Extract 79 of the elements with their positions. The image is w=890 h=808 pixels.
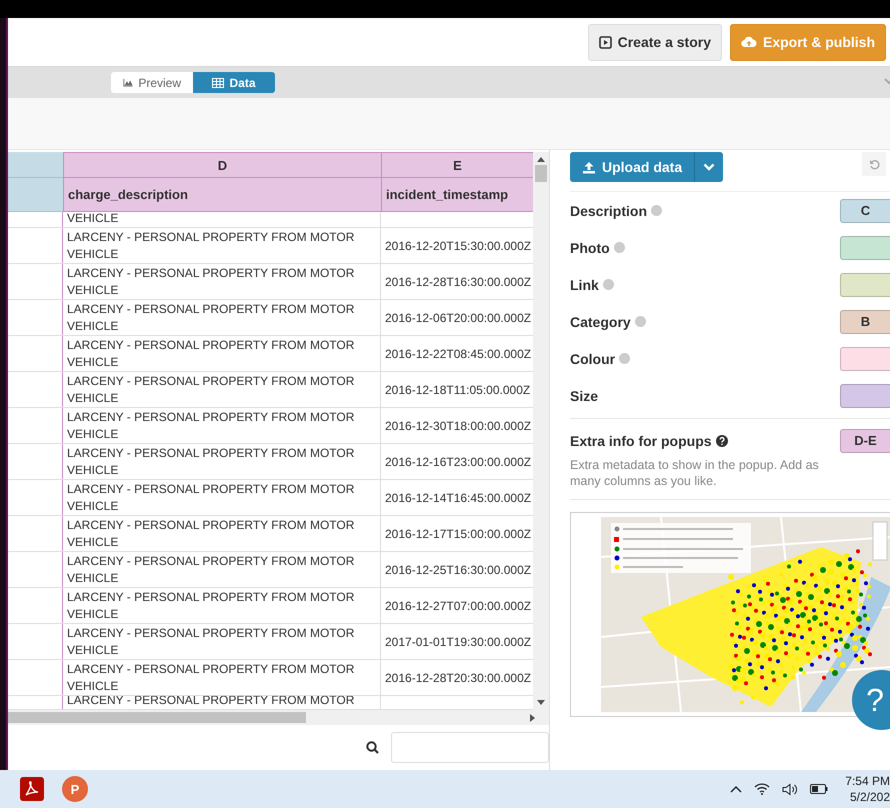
field-label: Link: [570, 276, 599, 292]
table-cell-text: LARCENY - PERSONAL PROPERTY FROM MOTOR VEHICLE: [67, 264, 356, 298]
field-label: Description: [570, 202, 648, 218]
table-cell-text: LARCENY - PERSONAL PROPERTY FROM MOTOR VEHICLE: [67, 552, 356, 586]
column-letter: D: [63, 152, 381, 178]
column-selector[interactable]: [840, 346, 890, 370]
table-cell: 2016-12-28T16:30:00.000Z: [385, 274, 532, 288]
undo-button[interactable]: [862, 152, 886, 176]
area-chart-icon: [123, 77, 134, 88]
table-cell-text: LARCENY - PERSONAL PROPERTY FROM MOTOR VEHICLE: [67, 228, 356, 262]
battery-icon[interactable]: [810, 784, 828, 794]
column-selector[interactable]: B: [840, 310, 890, 334]
field-label: Photo: [570, 240, 610, 256]
dropdown-button[interactable]: [694, 152, 724, 182]
table-cell-text: LARCENY - PERSONAL PROPERTY FROM MOTOR VEHICLE: [67, 588, 356, 622]
scroll-down-icon[interactable]: [537, 700, 545, 706]
table-cell-text: LARCENY - PERSONAL PROPERTY FROM MOTOR VEHICLE: [67, 300, 356, 334]
column-letter: E: [381, 152, 533, 178]
help-button[interactable]: ?: [852, 670, 890, 730]
chevron-up-icon[interactable]: [730, 785, 742, 793]
cloud-upload-icon: [741, 36, 757, 48]
table-cell: 2016-12-18T11:05:00.000Z: [385, 382, 530, 396]
clock[interactable]: 7:54 PM 5/2/202: [840, 773, 890, 805]
chevron-down-icon: [703, 163, 716, 171]
play-square-icon: [598, 36, 612, 48]
view-tab[interactable]: Data: [193, 72, 275, 93]
table-cell-text: LARCENY - PERSONAL PROPERTY FROM MOTOR VEHICLE: [67, 624, 356, 658]
pdf-app-icon[interactable]: [20, 777, 44, 801]
horizontal-scrollbar[interactable]: [8, 710, 549, 725]
column-selector[interactable]: C: [840, 198, 890, 222]
slides-app-icon[interactable]: P: [62, 776, 88, 802]
table-cell-text: LARCENY - PERSONAL PROPERTY FROM MOTOR VEHICLE: [67, 336, 356, 370]
table-cell-text: LARCENY - PERSONAL PROPERTY FROM MOTOR VEHICLE: [67, 480, 356, 514]
create-story-button[interactable]: Create a story: [588, 24, 722, 60]
column-selector[interactable]: [840, 384, 890, 408]
scroll-up-icon[interactable]: [537, 156, 545, 162]
search-icon: [366, 741, 379, 754]
table-cell: 2016-12-16T23:00:00.000Z: [385, 454, 532, 468]
speaker-icon[interactable]: [782, 782, 798, 796]
table-cell: 2017-01-01T19:30:00.000Z: [385, 634, 532, 648]
help-icon[interactable]: [716, 434, 728, 446]
table-cell: 2016-12-27T07:00:00.000Z: [385, 598, 532, 612]
table-cell: 2016-12-30T18:00:00.000Z: [385, 418, 532, 432]
scroll-right-icon[interactable]: [530, 714, 535, 722]
table-cell: 2016-12-17T15:00:00.000Z: [385, 526, 532, 540]
field-label: Extra info for popups: [570, 432, 712, 448]
search-field[interactable]: [391, 732, 549, 763]
table-cell: VEHICLE: [67, 212, 118, 227]
column-header: [8, 178, 63, 212]
table-cell: 2016-12-06T20:00:00.000Z: [385, 310, 532, 324]
field-label: Colour: [570, 350, 616, 366]
table-cell-text: LARCENY - PERSONAL PROPERTY FROM MOTOR VEHICLE: [67, 444, 356, 478]
column-name: charge_description: [63, 178, 381, 212]
upload-icon: [582, 160, 596, 174]
upload-data-button[interactable]: Upload data: [570, 152, 694, 182]
column-name: incident_timestamp: [381, 178, 533, 212]
scroll-thumb[interactable]: [8, 712, 306, 723]
table-cell-text: LARCENY - PERSONAL PROPERTY FROM MOTOR VEHICLE: [67, 660, 356, 694]
field-label: Size: [570, 388, 598, 404]
table-cell: 2016-12-14T16:45:00.000Z: [385, 490, 532, 504]
table-cell-text: LARCENY - PERSONAL PROPERTY FROM MOTOR VEHICLE: [67, 408, 356, 442]
column-selector[interactable]: [840, 272, 890, 296]
column-selector[interactable]: D-E: [840, 428, 890, 452]
table-cell: 2016-12-20T15:30:00.000Z: [385, 238, 532, 252]
table-cell: 2016-12-25T16:30:00.000Z: [385, 562, 532, 576]
table-cell: 2016-12-22T08:45:00.000Z: [385, 346, 532, 360]
view-tab[interactable]: Preview: [111, 72, 193, 93]
table-cell: 2016-12-28T20:30:00.000Z: [385, 670, 532, 684]
wifi-icon[interactable]: [754, 783, 770, 795]
column-selector[interactable]: [840, 236, 890, 260]
table-icon: [212, 78, 224, 88]
column-header: [8, 152, 63, 178]
undo-icon: [868, 158, 880, 170]
scroll-thumb[interactable]: [535, 165, 547, 182]
table-cell-text: LARCENY - PERSONAL PROPERTY FROM MOTOR VEHICLE: [67, 372, 356, 406]
field-hint: Extra metadata to show in the popup. Add as many columns as you like.: [570, 457, 820, 489]
field-label: Category: [570, 314, 631, 330]
table-cell-text: LARCENY - PERSONAL PROPERTY FROM MOTOR VEHICLE: [67, 516, 356, 550]
vertical-scrollbar[interactable]: [533, 152, 549, 710]
